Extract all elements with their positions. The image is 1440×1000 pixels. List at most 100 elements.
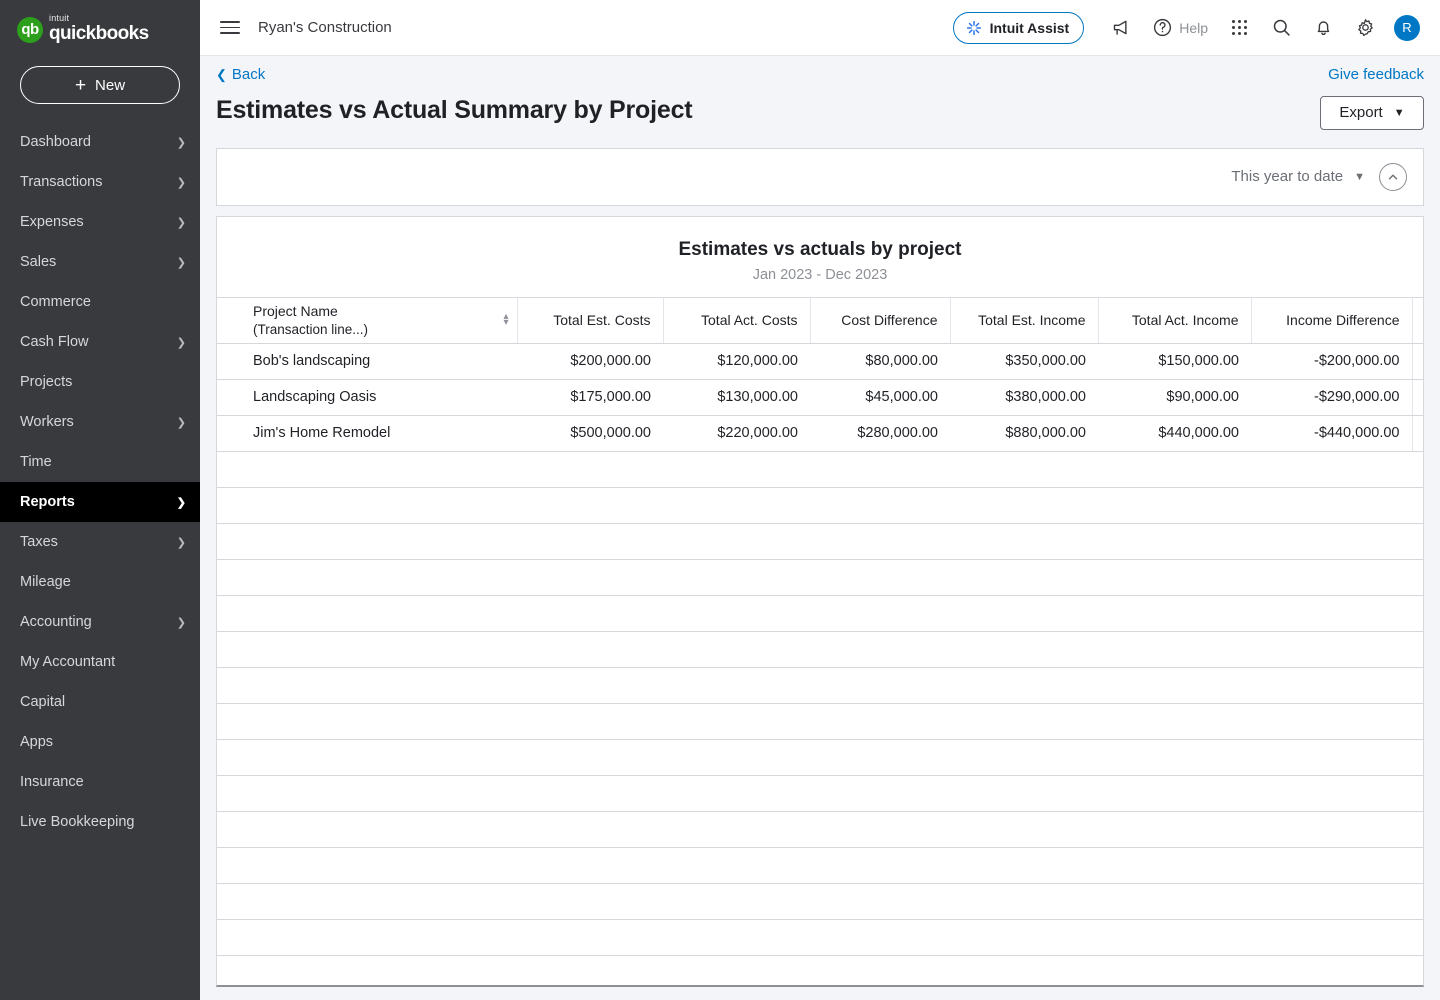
cell-total-act-income: $150,000.00 xyxy=(1098,342,1251,380)
empty-cell xyxy=(217,882,1423,920)
cell-overflow xyxy=(1411,378,1423,416)
column-header-cost-difference[interactable]: Cost Difference xyxy=(809,296,950,344)
column-header-total-est-income[interactable]: Total Est. Income xyxy=(949,296,1098,344)
column-header-overflow xyxy=(1411,296,1423,344)
sidebar-item-insurance[interactable]: Insurance xyxy=(0,762,200,802)
table-row-empty xyxy=(217,630,1423,668)
filter-bar: This year to date ▼ xyxy=(216,147,1424,206)
sidebar-item-label: Commerce xyxy=(20,294,91,310)
sidebar-nav: Dashboard ❯ Transactions ❯ Expenses ❯ Sales ❯ Co… xyxy=(0,122,200,842)
hamburger-icon[interactable] xyxy=(216,14,244,42)
breadcrumb-row: ❮ Back Give feedback xyxy=(216,56,1424,90)
gear-icon[interactable] xyxy=(1346,9,1384,47)
chevron-right-icon: ❯ xyxy=(176,536,186,549)
date-range-dropdown[interactable]: This year to date ▼ xyxy=(1231,168,1365,185)
sidebar-item-time[interactable]: Time xyxy=(0,442,200,482)
sidebar-item-sales[interactable]: Sales ❯ xyxy=(0,242,200,282)
sidebar: qb intuit quickbooks + New Dashboard ❯ Tra… xyxy=(0,0,200,1000)
give-feedback-link[interactable]: Give feedback xyxy=(1328,66,1424,83)
sidebar-item-my-accountant[interactable]: My Accountant xyxy=(0,642,200,682)
table-row-empty xyxy=(217,738,1423,776)
column-header-income-difference[interactable]: Income Difference xyxy=(1250,296,1412,344)
question-circle-icon xyxy=(1154,18,1172,37)
table-row-empty xyxy=(217,450,1423,488)
empty-cell xyxy=(217,738,1423,776)
column-header-total-est-costs[interactable]: Total Est. Costs xyxy=(516,296,663,344)
table-row-empty xyxy=(217,558,1423,596)
sidebar-item-mileage[interactable]: Mileage xyxy=(0,562,200,602)
table-row-empty xyxy=(217,594,1423,632)
title-row: Estimates vs Actual Summary by Project E… xyxy=(216,95,1424,130)
cell-total-est-income: $380,000.00 xyxy=(950,378,1098,416)
table-row-empty xyxy=(217,846,1423,884)
cell-project-name[interactable]: Jim's Home Remodel xyxy=(217,414,517,452)
sidebar-item-expenses[interactable]: Expenses ❯ xyxy=(0,202,200,242)
column-header-project-name[interactable]: Project Name (Transaction line...) ▴ ▾ xyxy=(217,296,517,344)
empty-cell xyxy=(217,630,1423,668)
cell-income-difference: -$290,000.00 xyxy=(1251,378,1412,416)
sidebar-item-dashboard[interactable]: Dashboard ❯ xyxy=(0,122,200,162)
table-row-empty xyxy=(217,702,1423,740)
table-body: Bob's landscaping $200,000.00 $120,000.00 $… xyxy=(217,342,1423,985)
column-header-subtext: (Transaction line...) xyxy=(253,321,369,337)
table-row[interactable]: Bob's landscaping $200,000.00 $120,000.00 $… xyxy=(217,342,1423,380)
cell-cost-difference: $45,000.00 xyxy=(810,378,950,416)
cell-cost-difference: $280,000.00 xyxy=(810,414,950,452)
cell-total-act-costs: $120,000.00 xyxy=(663,342,810,380)
column-header-total-act-income[interactable]: Total Act. Income xyxy=(1097,296,1251,344)
chevron-left-icon: ❮ xyxy=(216,66,227,82)
cell-project-name[interactable]: Landscaping Oasis xyxy=(217,378,517,416)
avatar-initial: R xyxy=(1394,14,1420,41)
table-row-empty xyxy=(217,810,1423,848)
avatar[interactable]: R xyxy=(1388,9,1426,47)
empty-cell xyxy=(217,810,1423,848)
export-button[interactable]: Export ▼ xyxy=(1320,95,1424,130)
cell-cost-difference: $80,000.00 xyxy=(810,342,950,380)
topbar-actions: Intuit Assist Help R xyxy=(952,9,1426,47)
quickbooks-logo[interactable]: qb intuit quickbooks xyxy=(0,0,200,56)
collapse-filters-button[interactable] xyxy=(1379,162,1407,191)
column-header-label: Total Act. Costs xyxy=(701,312,798,329)
empty-cell xyxy=(217,522,1423,560)
sidebar-item-apps[interactable]: Apps xyxy=(0,722,200,762)
cell-total-act-costs: $220,000.00 xyxy=(663,414,810,452)
column-header-total-act-costs[interactable]: Total Act. Costs xyxy=(662,296,810,344)
sidebar-item-capital[interactable]: Capital xyxy=(0,682,200,722)
sidebar-item-label: Workers xyxy=(20,414,74,430)
sidebar-item-label: Apps xyxy=(20,734,54,750)
column-header-label: Project Name xyxy=(253,302,338,319)
chevron-up-icon xyxy=(1388,174,1398,180)
sidebar-item-taxes[interactable]: Taxes ❯ xyxy=(0,522,200,562)
new-button[interactable]: + New xyxy=(20,66,180,104)
back-link[interactable]: ❮ Back xyxy=(216,66,265,83)
search-icon[interactable] xyxy=(1262,9,1300,47)
quickbooks-mark-icon: qb xyxy=(17,16,43,43)
column-header-label: Total Est. Costs xyxy=(553,312,651,329)
sidebar-item-commerce[interactable]: Commerce xyxy=(0,282,200,322)
sidebar-item-projects[interactable]: Projects xyxy=(0,362,200,402)
sidebar-item-label: Mileage xyxy=(20,574,71,590)
cell-total-act-income: $440,000.00 xyxy=(1098,414,1251,452)
help-button[interactable]: Help xyxy=(1144,9,1216,47)
bell-icon[interactable] xyxy=(1304,9,1342,47)
sidebar-item-label: Projects xyxy=(20,374,73,390)
sidebar-item-live-bookkeeping[interactable]: Live Bookkeeping xyxy=(0,802,200,842)
cell-project-name[interactable]: Bob's landscaping xyxy=(217,342,517,380)
intuit-assist-button[interactable]: Intuit Assist xyxy=(952,11,1085,44)
empty-cell xyxy=(217,558,1423,596)
sidebar-item-accounting[interactable]: Accounting ❯ xyxy=(0,602,200,642)
sidebar-item-workers[interactable]: Workers ❯ xyxy=(0,402,200,442)
sidebar-item-label: Reports xyxy=(20,494,75,510)
sidebar-item-reports[interactable]: Reports ❯ xyxy=(0,482,200,522)
table-row[interactable]: Jim's Home Remodel $500,000.00 $220,000.00… xyxy=(217,414,1423,452)
grid-icon[interactable] xyxy=(1220,9,1258,47)
intuit-wordmark: intuit xyxy=(49,12,70,23)
chevron-down-icon: ▼ xyxy=(1354,170,1365,183)
sidebar-item-cash-flow[interactable]: Cash Flow ❯ xyxy=(0,322,200,362)
table-row-empty xyxy=(217,666,1423,704)
megaphone-icon[interactable] xyxy=(1102,9,1140,47)
sidebar-item-transactions[interactable]: Transactions ❯ xyxy=(0,162,200,202)
sidebar-item-label: Transactions xyxy=(20,174,103,190)
table-row[interactable]: Landscaping Oasis $175,000.00 $130,000.00 $… xyxy=(217,378,1423,416)
sort-toggle-icon[interactable]: ▴ ▾ xyxy=(503,311,508,328)
